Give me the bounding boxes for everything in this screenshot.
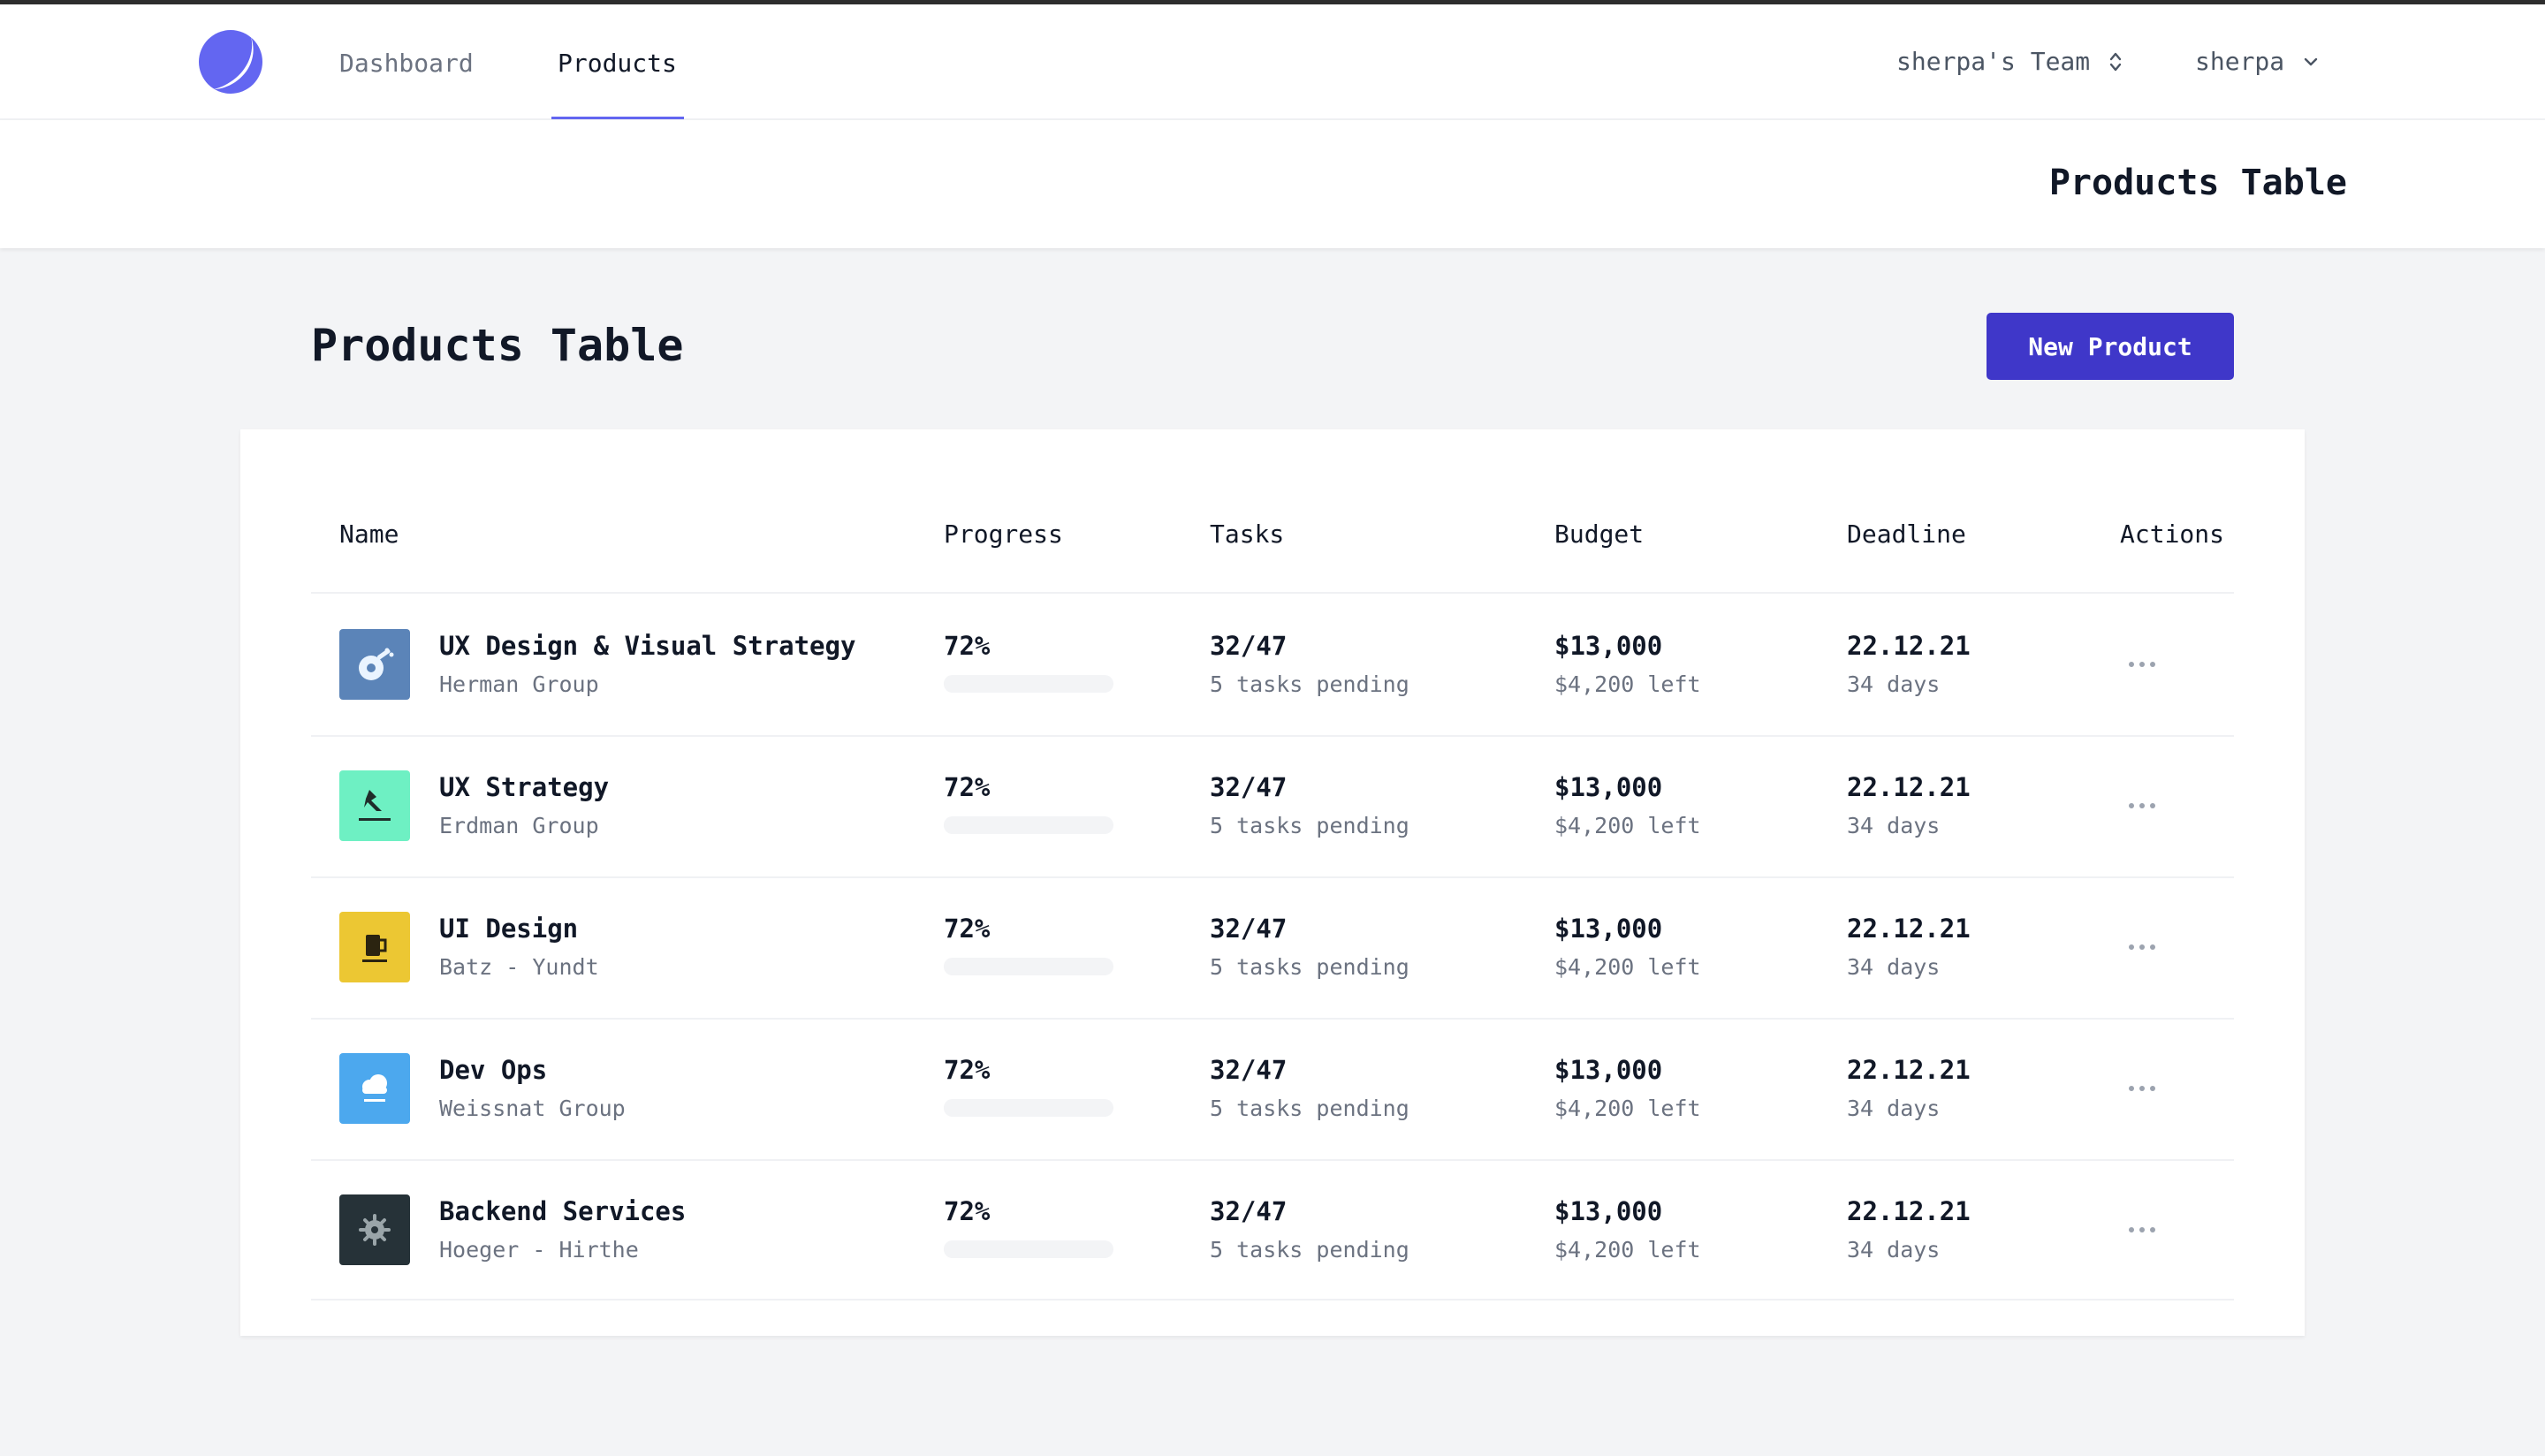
product-thumbnail (339, 629, 410, 700)
budget-amount: $13,000 (1554, 914, 1663, 944)
progress-fill (944, 816, 1067, 834)
tasks-count: 32/47 (1210, 631, 1288, 661)
column-header-actions: Actions (2120, 519, 2225, 549)
progress-bar (944, 675, 1113, 693)
budget-left: $4,200 left (1554, 813, 1701, 838)
tasks-pending: 5 tasks pending (1210, 1096, 1409, 1121)
gear-logo-icon (359, 1214, 391, 1246)
company-name: Erdman Group (439, 813, 599, 838)
table-row[interactable]: Dev Ops Weissnat Group 72% 32/47 5 tasks… (240, 1018, 2305, 1159)
product-name[interactable]: Dev Ops (439, 1055, 547, 1085)
deadline-date: 22.12.21 (1847, 1196, 1971, 1226)
budget-left: $4,200 left (1554, 1096, 1701, 1121)
deadline-days: 34 days (1847, 954, 1941, 980)
nav-link-dashboard[interactable]: Dashboard (339, 49, 474, 78)
table-row[interactable]: Backend Services Hoeger - Hirthe 72% 32/… (240, 1159, 2305, 1301)
company-name: Batz - Yundt (439, 954, 599, 980)
progress-fill (944, 958, 1067, 975)
new-product-button[interactable]: New Product (1987, 313, 2234, 380)
tasks-pending: 5 tasks pending (1210, 1237, 1409, 1263)
budget-amount: $13,000 (1554, 772, 1663, 802)
progress-percent: 72% (944, 914, 991, 944)
more-actions-icon[interactable] (2116, 788, 2169, 823)
product-name[interactable]: UX Strategy (439, 772, 609, 802)
tasks-count: 32/47 (1210, 772, 1288, 802)
column-header-tasks: Tasks (1210, 519, 1285, 549)
product-thumbnail (339, 1053, 410, 1124)
tasks-count: 32/47 (1210, 914, 1288, 944)
cloud-logo-icon (362, 1074, 387, 1102)
budget-amount: $13,000 (1554, 1196, 1663, 1226)
deadline-date: 22.12.21 (1847, 1055, 1971, 1085)
progress-bar (944, 1240, 1113, 1258)
progress-percent: 72% (944, 1055, 991, 1085)
progress-fill (944, 1099, 1067, 1117)
table-row[interactable]: UX Strategy Erdman Group 72% 32/47 5 tas… (240, 735, 2305, 876)
beer-mug-logo-icon (362, 935, 387, 962)
team-switcher[interactable]: sherpa's Team (1896, 47, 2122, 76)
nav-link-products[interactable]: Products (558, 49, 677, 78)
team-name: sherpa's Team (1896, 47, 2091, 76)
progress-fill (944, 675, 1067, 693)
guitar-logo-icon (359, 648, 394, 680)
chevron-down-icon (2304, 57, 2318, 65)
column-header-progress: Progress (944, 519, 1063, 549)
progress-bar (944, 958, 1113, 975)
product-thumbnail (339, 770, 410, 841)
more-actions-icon[interactable] (2116, 1071, 2169, 1106)
user-name: sherpa (2195, 47, 2285, 76)
column-header-deadline: Deadline (1847, 519, 1966, 549)
active-tab-indicator (551, 117, 684, 119)
product-name[interactable]: Backend Services (439, 1196, 686, 1226)
page-title: Products Table (311, 320, 684, 371)
progress-bar (944, 1099, 1113, 1117)
budget-amount: $13,000 (1554, 631, 1663, 661)
deadline-days: 34 days (1847, 813, 1941, 838)
row-divider (311, 1299, 2234, 1301)
more-actions-icon[interactable] (2116, 929, 2169, 965)
deadline-date: 22.12.21 (1847, 631, 1971, 661)
tasks-pending: 5 tasks pending (1210, 813, 1409, 838)
budget-amount: $13,000 (1554, 1055, 1663, 1085)
products-table: Name Progress Tasks Budget Deadline Acti… (240, 429, 2305, 1336)
company-name: Weissnat Group (439, 1096, 626, 1121)
column-header-name: Name (339, 519, 399, 549)
budget-left: $4,200 left (1554, 671, 1701, 697)
product-name[interactable]: UX Design & Visual Strategy (439, 631, 855, 661)
product-thumbnail (339, 1194, 410, 1265)
tasks-count: 32/47 (1210, 1196, 1288, 1226)
header-title: Products Table (2048, 163, 2347, 203)
chevron-up-down-icon (2109, 52, 2122, 71)
progress-percent: 72% (944, 1196, 991, 1226)
tasks-pending: 5 tasks pending (1210, 954, 1409, 980)
company-name: Herman Group (439, 671, 599, 697)
progress-fill (944, 1240, 1067, 1258)
product-thumbnail (339, 912, 410, 982)
bird-logo-icon (359, 790, 391, 821)
app-logo-icon[interactable] (198, 29, 263, 95)
more-actions-icon[interactable] (2116, 647, 2169, 682)
page-header: Products Table (0, 120, 2545, 248)
top-navbar: Dashboard Products sherpa's Team sherpa (0, 4, 2545, 120)
tasks-count: 32/47 (1210, 1055, 1288, 1085)
deadline-days: 34 days (1847, 1237, 1941, 1263)
column-header-budget: Budget (1554, 519, 1645, 549)
deadline-days: 34 days (1847, 671, 1941, 697)
deadline-date: 22.12.21 (1847, 772, 1971, 802)
budget-left: $4,200 left (1554, 1237, 1701, 1263)
user-menu[interactable]: sherpa (2195, 47, 2318, 76)
product-name[interactable]: UI Design (439, 914, 578, 944)
deadline-date: 22.12.21 (1847, 914, 1971, 944)
progress-percent: 72% (944, 631, 991, 661)
table-row[interactable]: UX Design & Visual Strategy Herman Group… (240, 594, 2305, 735)
table-row[interactable]: UI Design Batz - Yundt 72% 32/47 5 tasks… (240, 876, 2305, 1018)
more-actions-icon[interactable] (2116, 1212, 2169, 1247)
progress-percent: 72% (944, 772, 991, 802)
progress-bar (944, 816, 1113, 834)
deadline-days: 34 days (1847, 1096, 1941, 1121)
company-name: Hoeger - Hirthe (439, 1237, 639, 1263)
budget-left: $4,200 left (1554, 954, 1701, 980)
tasks-pending: 5 tasks pending (1210, 671, 1409, 697)
